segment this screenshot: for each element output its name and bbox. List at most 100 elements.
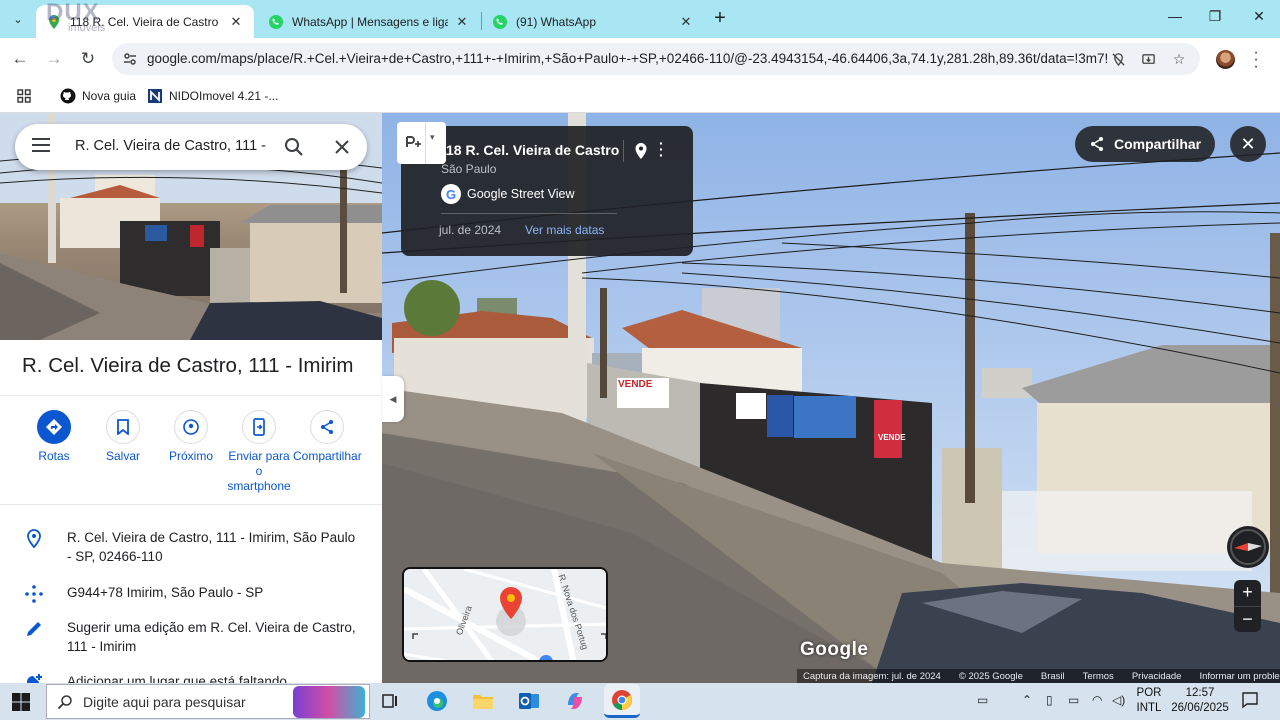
google-maps-icon [49, 14, 59, 29]
install-app-icon[interactable] [1138, 50, 1158, 68]
close-tab-icon[interactable]: ✕ [678, 14, 694, 30]
expand-icon[interactable] [410, 639, 430, 657]
location-pin-icon [27, 529, 41, 549]
language-code: POR [1136, 687, 1162, 699]
capture-date: jul. de 2024 [439, 223, 502, 237]
attribution-report-link[interactable]: Informar um problema [1199, 671, 1280, 682]
action-nearby[interactable]: Próximo [157, 410, 225, 464]
copilot-icon[interactable] [562, 688, 588, 714]
back-arrow-icon[interactable]: ← [9, 48, 31, 70]
action-label: Rotas [38, 449, 70, 463]
divider [0, 395, 382, 396]
action-directions[interactable]: Rotas [20, 410, 88, 464]
whatsapp-icon [493, 14, 507, 29]
action-share[interactable]: Compartilhar [293, 410, 362, 464]
tab-whatsapp-chat[interactable]: (91) WhatsApp ✕ [482, 5, 704, 38]
chrome-taskbar-icon[interactable] [604, 684, 640, 718]
attribution-privacy-link[interactable]: Privacidade [1132, 671, 1182, 682]
bookmark-nova-guia[interactable]: Nova guia [60, 86, 136, 106]
file-explorer-icon[interactable] [470, 688, 496, 714]
mini-map[interactable]: R. Nova dos Portug Oliveira [402, 567, 608, 662]
input-language-indicator[interactable]: POR INTL [1136, 686, 1162, 716]
edge-browser-icon[interactable] [424, 688, 450, 714]
search-highlight-icon[interactable] [293, 686, 365, 718]
share-button[interactable]: Compartilhar [1075, 126, 1215, 162]
divider [623, 140, 624, 162]
browser-menu-icon[interactable]: · · · [1250, 45, 1262, 75]
tab-title: (91) WhatsApp [516, 14, 597, 29]
browser-toolbar: ← → ↻ google.com/maps/place/R.+Cel.+Viei… [0, 38, 1280, 80]
notifications-icon[interactable] [1241, 691, 1259, 712]
action-send-to-phone[interactable]: Enviar para o smartphone [225, 410, 293, 494]
action-label: Salvar [105, 449, 140, 463]
share-label: Compartilhar [1114, 136, 1202, 152]
action-save[interactable]: Salvar [89, 410, 157, 464]
device-icon[interactable]: ▯ [1046, 693, 1053, 707]
minimize-button[interactable]: — [1153, 8, 1197, 24]
action-label: Enviar para o smartphone [227, 449, 291, 493]
send-to-phone-icon [242, 410, 276, 444]
zoom-in-button[interactable]: + [1234, 580, 1261, 606]
close-street-view-button[interactable]: ✕ [1230, 126, 1266, 162]
bookmark-nidoimovel[interactable]: NIDOImovel 4.21 -... [147, 86, 278, 106]
site-settings-icon[interactable] [122, 51, 138, 67]
forward-arrow-icon[interactable]: → [43, 48, 65, 70]
chevron-down-icon[interactable]: ▾ [430, 132, 435, 143]
bookmark-icon [106, 410, 140, 444]
search-icon[interactable] [283, 136, 305, 158]
maps-search-box[interactable]: R. Cel. Vieira de Castro, 111 - Imi [15, 124, 367, 170]
bookmark-star-icon[interactable]: ☆ [1169, 50, 1189, 68]
nido-icon [148, 89, 162, 103]
place-details-panel: R. Cel. Vieira de Castro, 111 - Imirim R… [0, 340, 382, 683]
battery-icon[interactable]: ▭ [1068, 693, 1079, 707]
tray-chevron-up-icon[interactable]: ⌃ [1022, 693, 1032, 707]
github-icon [60, 88, 76, 104]
google-street-view-link[interactable]: G Google Street View [441, 184, 574, 204]
apps-grid-icon[interactable] [16, 86, 32, 106]
windows-start-icon[interactable] [11, 692, 31, 712]
directions-icon [37, 410, 71, 444]
attribution-terms-link[interactable]: Termos [1083, 671, 1114, 682]
edit-pencil-icon [27, 622, 41, 636]
wifi-icon[interactable]: ◠ [1092, 693, 1102, 707]
news-widget-icon[interactable]: ▭ [977, 693, 988, 707]
hamburger-menu-icon[interactable] [32, 138, 50, 152]
location-blocked-icon[interactable] [1108, 50, 1128, 68]
tab-whatsapp-web[interactable]: WhatsApp | Mensagens e ligaç ✕ [258, 5, 480, 38]
street-view-address: 118 R. Cel. Vieira de Castro [439, 142, 620, 158]
url-text[interactable]: google.com/maps/place/R.+Cel.+Vieira+de+… [147, 51, 1107, 66]
maximize-button[interactable]: ❐ [1193, 8, 1237, 25]
tab-google-maps[interactable]: 118 R. Cel. Vieira de Castro - Go ✕ [36, 5, 254, 38]
new-tab-button[interactable]: + [708, 7, 732, 30]
see-more-dates-link[interactable]: Ver mais datas [525, 223, 604, 237]
volume-icon[interactable]: ◁) [1112, 693, 1125, 707]
street-view-city: São Paulo [441, 162, 497, 176]
action-label: Compartilhar [293, 449, 362, 463]
task-view-icon[interactable] [377, 688, 403, 714]
more-options-icon[interactable]: · · · [659, 136, 664, 162]
close-tab-icon[interactable]: ✕ [454, 14, 470, 30]
zoom-controls: + − [1234, 580, 1261, 632]
nearby-icon [174, 410, 208, 444]
attribution-country[interactable]: Brasil [1041, 671, 1065, 682]
google-watermark: Google [800, 639, 869, 660]
zoom-out-button[interactable]: − [1234, 606, 1261, 632]
add-place-icon [27, 674, 42, 683]
close-tab-icon[interactable]: ✕ [228, 14, 244, 30]
reload-icon[interactable]: ↻ [77, 48, 99, 70]
system-clock[interactable]: 12:57 26/06/2025 [1170, 686, 1230, 716]
search-input[interactable]: R. Cel. Vieira de Castro, 111 - Imi [75, 138, 271, 154]
taskbar-search-box[interactable]: Digite aqui para pesquisar [46, 684, 370, 719]
close-window-button[interactable]: ✕ [1237, 8, 1280, 25]
divider [0, 504, 382, 505]
close-icon[interactable] [332, 137, 352, 157]
address-bar[interactable]: google.com/maps/place/R.+Cel.+Vieira+de+… [112, 43, 1200, 75]
compass-icon[interactable] [1227, 526, 1269, 568]
outlook-icon[interactable] [516, 688, 542, 714]
profile-avatar[interactable] [1216, 50, 1235, 69]
collapse-panel-button[interactable]: ◀ [382, 376, 404, 422]
info-text: G944+78 Imirim, São Paulo - SP [67, 585, 264, 600]
tab-search-dropdown-icon[interactable]: ⌄ [6, 8, 30, 30]
location-pin-icon[interactable] [634, 142, 648, 160]
search-icon [57, 694, 72, 709]
